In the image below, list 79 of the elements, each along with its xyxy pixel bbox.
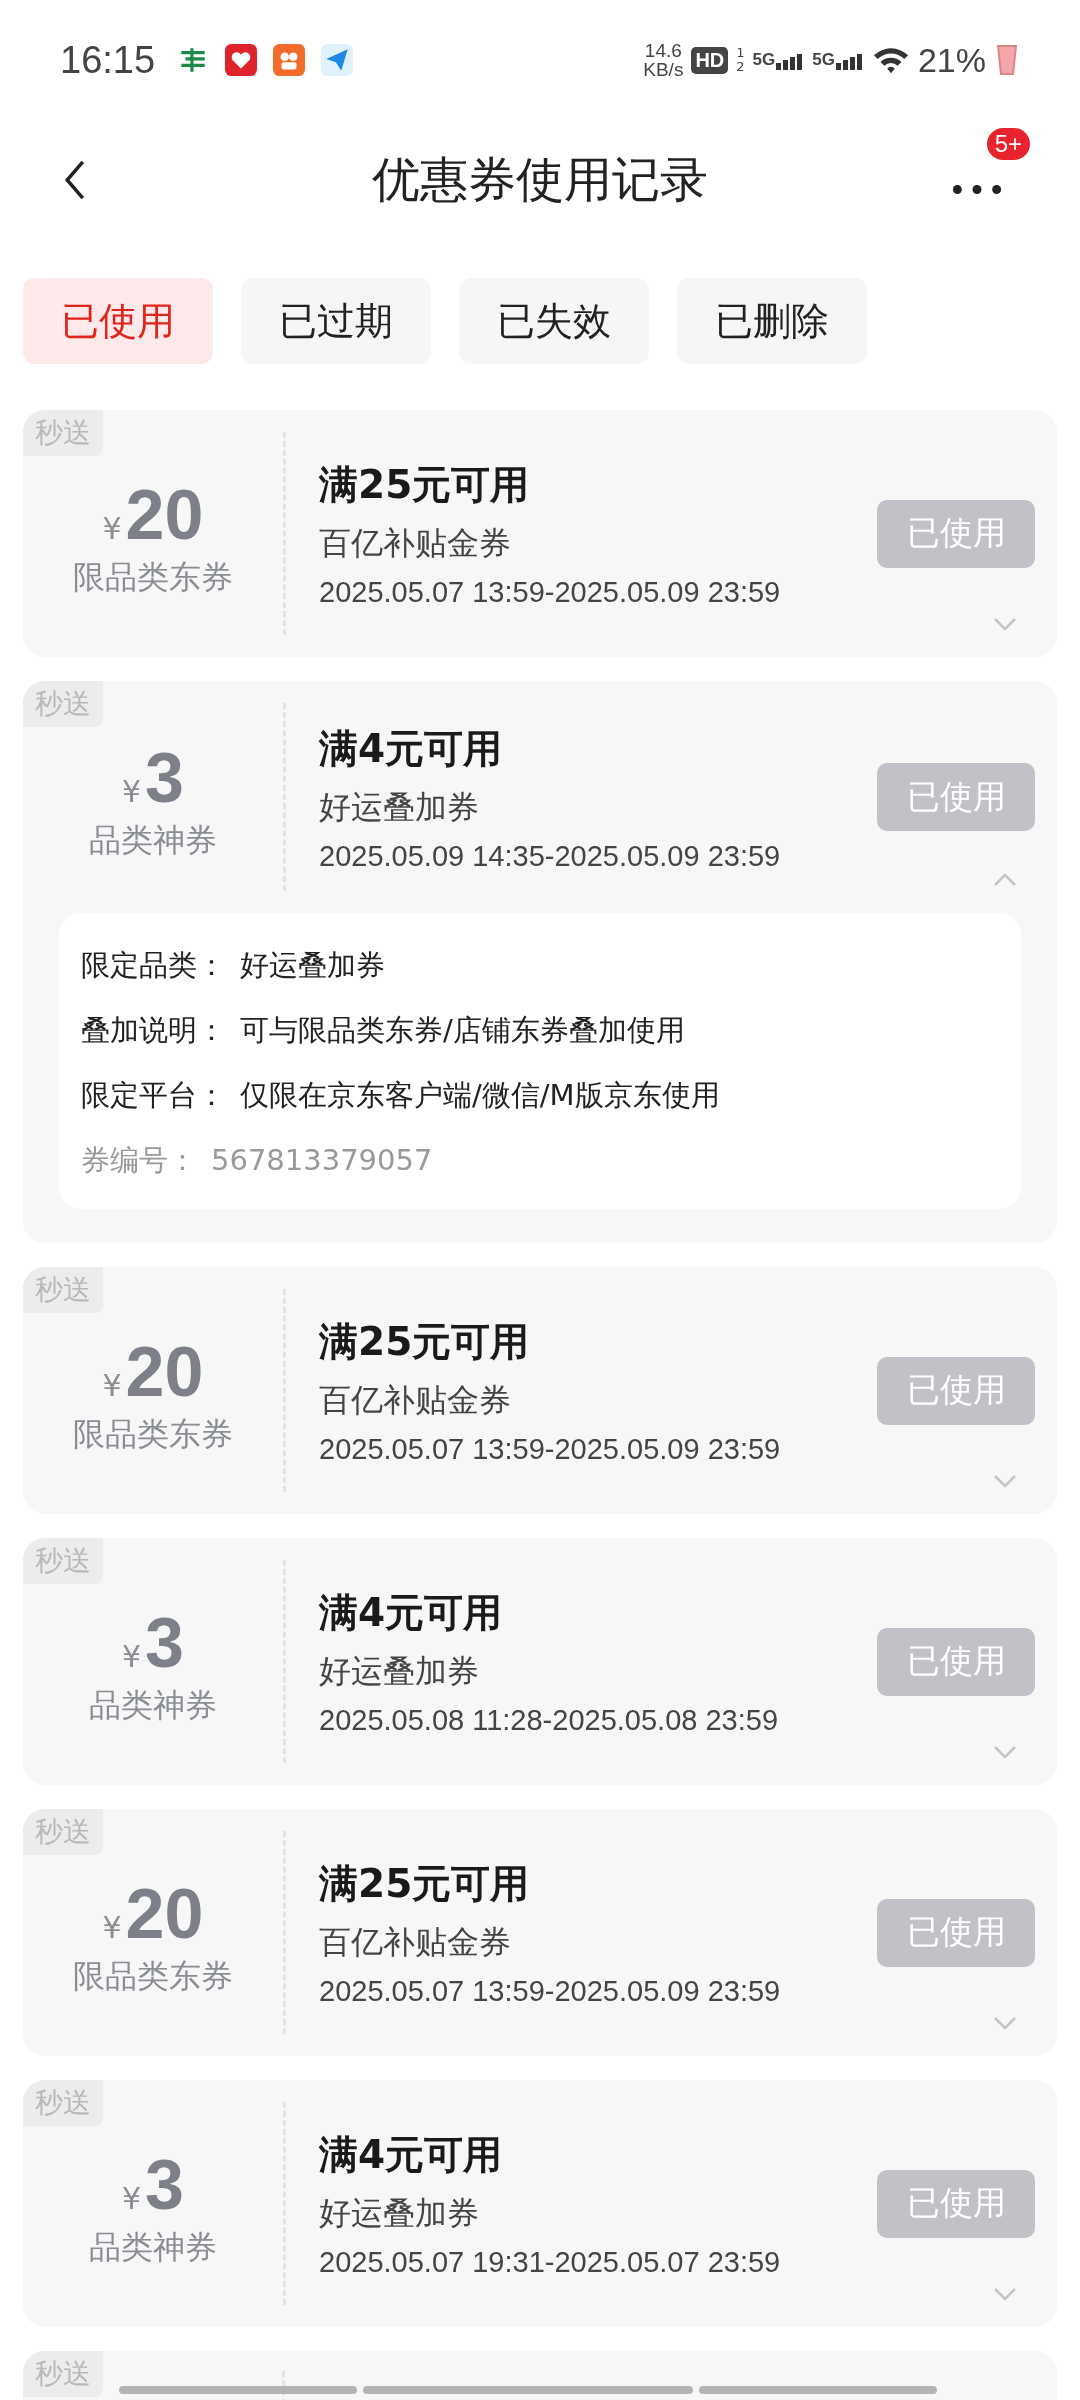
detail-value: 仅限在京东客户端/微信/M版京东使用 [240,1077,720,1114]
filter-tab[interactable]: 已过期 [241,278,431,364]
used-button[interactable]: 已使用 [877,2169,1035,2238]
signal-icon [776,54,805,70]
coupon-condition: 满25元可用 [319,1318,531,1366]
battery-icon [994,42,1020,78]
coupon-name: 百亿补贴金券 [319,523,512,564]
paper-plane-icon [321,44,354,76]
validity-period: 2025.05.07 13:59-2025.05.09 23:59 [319,576,782,609]
coupon-condition: 满25元可用 [319,461,531,509]
detail-label: 限定平台： [81,1077,226,1114]
network-speed: 14.6 [644,41,682,60]
coupon-amount: 3 [145,1603,184,1682]
coupon-category: 品类神券 [89,2226,217,2268]
used-button[interactable]: 已使用 [877,499,1035,568]
used-button[interactable]: 已使用 [877,1627,1035,1696]
more-icon[interactable] [952,184,1002,195]
detail-label: 叠加说明： [81,1012,226,1049]
coupon-condition: 满4元可用 [319,2131,504,2179]
coupon-category: 品类神券 [89,1684,217,1726]
filter-tab[interactable]: 已使用 [23,278,213,364]
currency-symbol: ¥ [122,1638,142,1674]
validity-period: 2025.05.07 13:59-2025.05.09 23:59 [319,1975,782,2008]
expand-icon[interactable] [993,1745,1017,1759]
page-title: 优惠券使用记录 [372,150,708,209]
coupon-condition: 满25元可用 [319,1860,531,1908]
hd-label: HD [691,46,729,74]
coupon-category: 品类神券 [89,820,217,861]
coupon-code-label: 券编号： [81,1142,197,1179]
coupon-name: 好运叠加券 [319,2193,480,2234]
coupon-name: 百亿补贴金券 [319,1380,512,1421]
status-time: 16:15 [60,38,156,82]
network-type: 5G [752,50,776,70]
coupon-category: 限品类东券 [73,556,233,598]
battery-percent: 21% [917,40,986,80]
coupon-amount: 3 [145,2145,184,2224]
coupon-condition: 满4元可用 [319,724,504,773]
coupon-condition: 满4元可用 [319,1589,504,1637]
expand-icon[interactable] [993,617,1017,631]
filter-tab[interactable]: 已删除 [677,278,867,364]
coupon-category: 限品类东券 [73,1413,233,1455]
used-button[interactable]: 已使用 [877,1356,1035,1425]
collapse-icon[interactable] [993,873,1017,887]
coupon-name: 好运叠加券 [319,1651,480,1692]
coupon-name: 百亿补贴金券 [319,1922,512,1963]
detail-value: 可与限品类东券/店铺东券叠加使用 [240,1012,685,1049]
currency-symbol: ¥ [122,2180,142,2216]
network-type: 5G [812,50,835,70]
signal-icon [835,54,864,70]
expand-icon[interactable] [993,1474,1017,1488]
validity-period: 2025.05.07 13:59-2025.05.09 23:59 [319,1433,782,1466]
coupon-category: 限品类东券 [73,1955,233,1997]
expand-icon[interactable] [993,2016,1017,2030]
sim-slot-number: 2 [736,60,745,74]
detail-value: 好运叠加券 [240,947,385,984]
used-button[interactable]: 已使用 [877,1898,1035,1967]
currency-symbol: ¥ [102,1367,122,1403]
currency-symbol: ¥ [102,510,122,546]
validity-period: 2025.05.07 19:31-2025.05.07 23:59 [319,2246,782,2279]
currency-symbol: ¥ [122,774,142,809]
expand-icon[interactable] [993,2287,1017,2301]
video-app-icon [273,44,306,76]
coupon-code: 567813379057 [211,1142,433,1179]
wifi-icon [871,45,910,75]
used-button[interactable]: 已使用 [877,763,1035,831]
sim-slot-number: 1 [736,46,745,60]
speed-unit: KB/s [643,60,684,79]
filter-tab[interactable]: 已失效 [459,278,649,364]
coupon-amount: 20 [125,1332,204,1411]
currency-symbol: ¥ [102,1909,122,1945]
coupon-amount: 3 [145,739,184,817]
coupon-amount: 20 [125,475,204,554]
validity-period: 2025.05.09 14:35-2025.05.09 23:59 [319,839,782,873]
coupon-name: 好运叠加券 [319,786,480,828]
validity-period: 2025.05.08 11:28-2025.05.08 23:59 [319,1704,780,1737]
notification-badge: 5+ [984,126,1032,162]
heart-app-icon [225,44,258,76]
coupon-amount: 20 [125,1874,204,1953]
detail-label: 限定品类： [81,947,226,984]
